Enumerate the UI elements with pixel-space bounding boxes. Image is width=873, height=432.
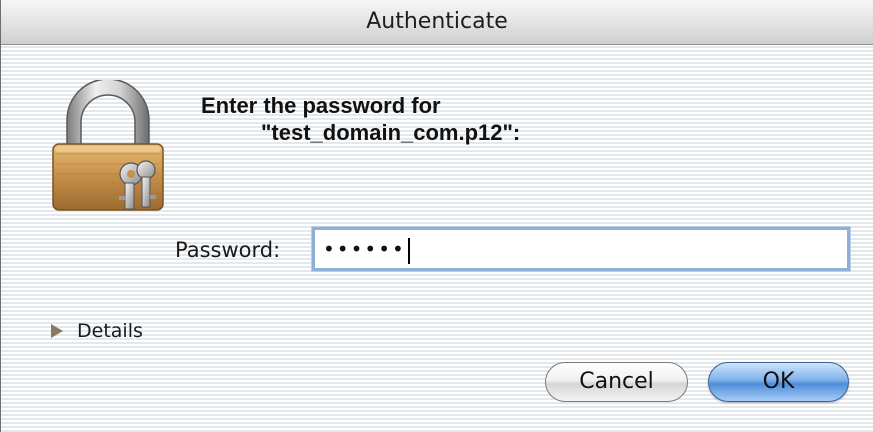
details-disclosure[interactable]: Details [51, 320, 143, 343]
text-caret [407, 237, 410, 264]
prompt-message: Enter the password for "test_domain_com.… [201, 92, 520, 146]
authenticate-dialog: Authenticate Enter the password for "tes… [0, 0, 873, 432]
password-field[interactable]: •••••• [312, 227, 850, 271]
password-value: •••••• [323, 237, 406, 261]
password-label: Password: [175, 238, 281, 262]
padlock-with-keys-icon [47, 78, 169, 212]
prompt-line-1: Enter the password for [201, 93, 441, 118]
prompt-line-2: "test_domain_com.p12": [261, 120, 521, 145]
details-label: Details [77, 320, 143, 342]
ok-button[interactable]: OK [708, 362, 849, 402]
window-title: Authenticate [1, 0, 873, 45]
cancel-button[interactable]: Cancel [545, 362, 688, 402]
disclosure-triangle-icon [51, 321, 63, 343]
